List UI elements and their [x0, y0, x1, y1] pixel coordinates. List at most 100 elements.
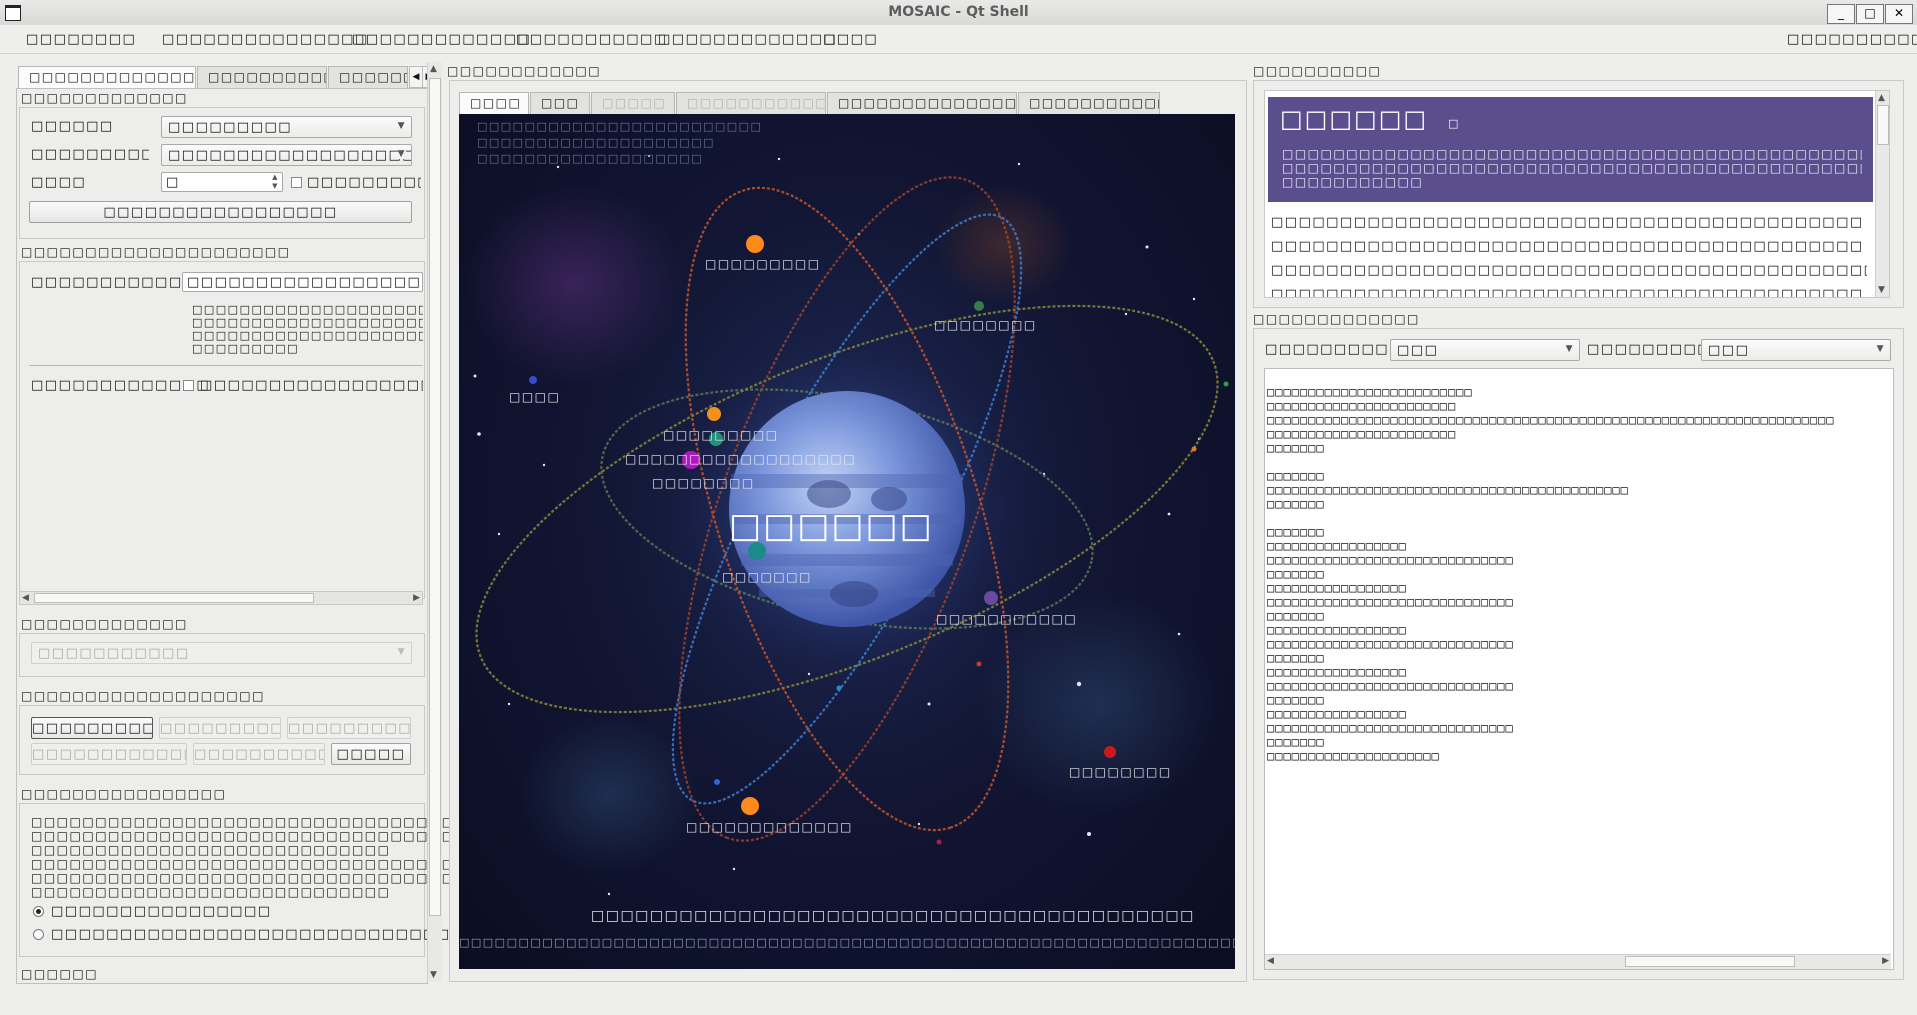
hscroll-thumb[interactable] — [34, 593, 314, 603]
section2-line-1: □□□□□□□□□□□□□□□□□□□□□□□□□□□□ — [192, 303, 423, 316]
section2-checkbox[interactable] — [183, 380, 194, 391]
section1-action-button[interactable]: □□□□□□□□□□□□□□□□□ — [29, 201, 412, 223]
section4-button-1[interactable]: □□□□□□□□□□□ — [31, 717, 153, 739]
section3-combo: □□□□□□□□□□□ ▼ — [31, 642, 412, 664]
center-tab-2[interactable]: □□□ — [530, 92, 590, 114]
menu-bar: □□□□□□□□ □□□□□□□□□□□□□□□ □□□□□□□□□□□□□ □… — [0, 25, 1917, 54]
center-tab-3: □□□□□ — [591, 92, 675, 114]
minimize-button[interactable]: _ — [1827, 4, 1855, 24]
planet-label: □□□□□□□□□ — [663, 428, 779, 442]
center-title: □□□□□□□□□□□□ — [447, 64, 602, 78]
section2-line-3: □□□□□□□□□□□□□□□□□□□□□□□□□□□□ — [192, 329, 423, 342]
nebula — [464, 184, 684, 384]
row3-checkbox[interactable] — [291, 177, 302, 188]
left-footer-label: □□□□□□ — [21, 967, 99, 981]
radio-option-1-label: □□□□□□□□□□□□□□□□ — [51, 904, 272, 919]
planet-label: □□□□□□□□□□□□□□□□□□ — [625, 452, 857, 466]
close-button[interactable]: ✕ — [1885, 4, 1913, 24]
scroll-right-icon[interactable]: ▶ — [1882, 956, 1889, 966]
overlay-line-2: □□□□□□□□□□□□□□□□□□□□ — [477, 136, 715, 149]
section2-line-4: □□□□□□□□□ — [192, 342, 300, 355]
info-vscrollbar[interactable]: ▲ ▼ — [1875, 91, 1889, 297]
section5-line-5: □□□□□□□□□□□□□□□□□□□□□□□□□□□□□□□□□ — [31, 871, 455, 885]
log-hscrollbar[interactable]: ◀ ▶ — [1265, 954, 1891, 969]
spin-up-icon[interactable]: ▲ — [272, 173, 279, 181]
row2-combo[interactable]: □□□□□□□□□□□□□□□□□□□□□□□ ▼ — [161, 144, 412, 166]
section4-button-3: □□□□□□□□□□□ — [287, 717, 411, 739]
menu-item-1[interactable]: □□□□□□□□ — [26, 32, 136, 47]
scroll-down-icon[interactable]: ▼ — [430, 970, 437, 980]
vscroll-thumb[interactable] — [1877, 105, 1889, 145]
nebula — [979, 594, 1219, 814]
log-view[interactable]: □□□□□□□□□□□□□□□□□□□□□□□□□ □□□□□□□□□□□□□□… — [1264, 368, 1894, 970]
section2-check-label-right: □□□□□□□□□□□□□□□□□□□□□□ — [200, 378, 423, 393]
row1-label: □□□□□□ — [31, 119, 114, 134]
left-tab-1[interactable]: □□□□□□□□□□□□□□□ — [18, 66, 196, 90]
hscroll-thumb[interactable] — [1625, 956, 1795, 967]
filter2-combo[interactable]: □□□ ▼ — [1701, 339, 1891, 361]
filter1-combo-value: □□□ — [1397, 343, 1439, 358]
left-vscrollbar[interactable]: ▲ ▼ — [427, 62, 442, 982]
row3-spinbox[interactable]: □ ▲ ▼ — [161, 172, 283, 192]
scroll-up-icon[interactable]: ▲ — [430, 64, 437, 74]
left-tab-2[interactable]: □□□□□□□□□□ — [197, 66, 327, 88]
moon-purple — [984, 591, 998, 605]
scroll-left-icon[interactable]: ◀ — [1267, 956, 1274, 966]
moon-blue-1 — [529, 376, 537, 384]
info-card: □□□□□□ □ □□□□□□□□□□□□□□□□□□□□□□□□□□□□□□□… — [1268, 97, 1873, 202]
vscroll-thumb[interactable] — [429, 78, 441, 916]
section2-input[interactable]: □□□□□□□□□□□□□□□□□□□□□□□□ — [182, 272, 423, 292]
chevron-down-icon: ▼ — [397, 121, 406, 131]
menu-item-3[interactable]: □□□□□□□□□□□□□ — [352, 32, 531, 47]
central-planet-label: □□□□□□ — [729, 506, 934, 546]
center-tabbar: □□□□ □□□ □□□□□ □□□□□□□□□□□ □□ □□□□□□□□□□□… — [459, 92, 1239, 116]
section-title-5: □□□□□□□□□□□□□□□□ — [21, 787, 227, 801]
left-tab-3[interactable]: □□□□□□ — [328, 66, 408, 88]
section4-button-6[interactable]: □□□□□ — [331, 743, 411, 765]
planet-label: □□□□ — [509, 390, 561, 404]
log-text: □□□□□□□□□□□□□□□□□□□□□□□□□ □□□□□□□□□□□□□□… — [1267, 385, 1835, 763]
tab-scroll-left-icon[interactable]: ◀ — [409, 66, 423, 88]
moon-small — [1223, 381, 1229, 387]
orbital-viewport[interactable]: □□□□□□□□□□□□□□□□□□□□□□□□ □□□□□□□□□□□□□□□… — [459, 114, 1235, 969]
chevron-down-icon: ▼ — [397, 149, 406, 159]
scroll-down-icon[interactable]: ▼ — [1878, 285, 1885, 295]
scroll-up-icon[interactable]: ▲ — [1878, 93, 1885, 103]
radio-option-1[interactable] — [33, 906, 44, 917]
menu-item-4[interactable]: □□□□□□□□□□□ — [516, 32, 668, 47]
moon-green-1 — [974, 301, 984, 311]
scroll-right-icon[interactable]: ▶ — [413, 593, 420, 603]
section4-button-5: □□□□□□□□□□□ — [193, 743, 325, 765]
center-tab-1[interactable]: □□□□ — [459, 92, 529, 116]
left-scroll-area: □□□□□□□□□□□□□ □□□□□□ □□□□□□□□□ ▼ □□□□□□□… — [16, 88, 532, 984]
radio-option-2[interactable] — [33, 929, 44, 940]
section3-combo-value: □□□□□□□□□□□ — [38, 646, 190, 661]
row2-combo-value: □□□□□□□□□□□□□□□□□□□□□□□ — [168, 148, 411, 163]
info-card-title: □□□□□□ — [1280, 105, 1429, 133]
row3-label: □□□□ — [31, 175, 87, 190]
moon-orange-3 — [741, 797, 759, 815]
info-card-sub: □ — [1448, 117, 1459, 130]
overlay-line-1: □□□□□□□□□□□□□□□□□□□□□□□□ — [477, 120, 763, 133]
maximize-button[interactable]: □ — [1856, 4, 1884, 24]
section5-line-3: □□□□□□□□□□□□□□□□□□□□□□□□□□□□ — [31, 843, 391, 857]
menu-item-right[interactable]: □□□□□□□□□□□ — [1787, 32, 1917, 47]
section-title-2: □□□□□□□□□□□□□□□□□□□□□ — [21, 245, 291, 259]
center-tab-6[interactable]: □□□□□□□□□□□□ — [1018, 92, 1160, 114]
info-view: □□□□□□ □ □□□□□□□□□□□□□□□□□□□□□□□□□□□□□□□… — [1264, 90, 1890, 298]
menu-item-5[interactable]: □□□□□□□□□□□□□ — [658, 32, 837, 47]
chevron-down-icon: ▼ — [1876, 344, 1885, 354]
row1-combo[interactable]: □□□□□□□□□ ▼ — [161, 116, 412, 138]
menu-item-6[interactable]: □□□□ — [823, 32, 878, 47]
nebula — [519, 714, 699, 874]
section2-hscrollbar[interactable]: ◀ ▶ — [19, 591, 423, 605]
center-tab-5[interactable]: □□□□□□□□□□□□□□□□ — [827, 92, 1017, 114]
filter1-combo[interactable]: □□□ ▼ — [1390, 339, 1580, 361]
moon-small — [836, 685, 842, 691]
menu-item-2[interactable]: □□□□□□□□□□□□□□□ — [162, 32, 369, 47]
planet-label: □□□□□□□□ — [934, 318, 1037, 332]
info-card-line-3: □□□□□□□□□□□ — [1282, 175, 1424, 189]
spin-down-icon[interactable]: ▼ — [272, 182, 279, 190]
planet-label: □□□□□□□□ — [652, 476, 755, 490]
scroll-left-icon[interactable]: ◀ — [22, 593, 29, 603]
